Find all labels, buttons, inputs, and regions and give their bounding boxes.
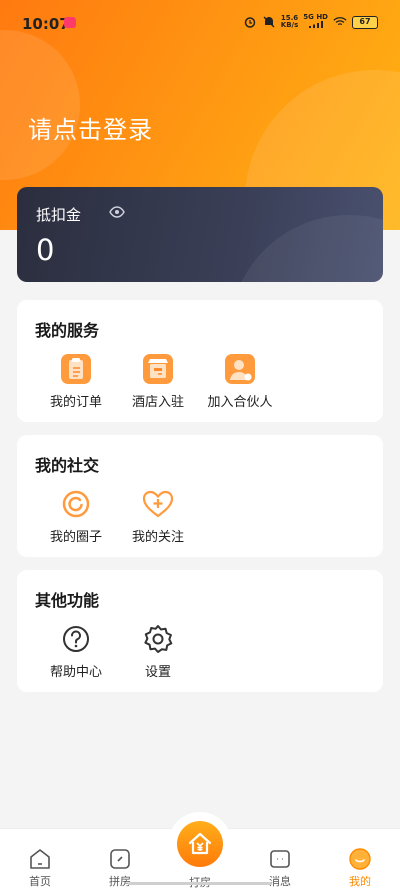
item-label: 我的订单: [49, 395, 102, 410]
center-tab-bubble: [168, 812, 232, 876]
signal-bars-icon: [308, 21, 323, 28]
center-tab-circle: [177, 821, 223, 867]
login-prompt[interactable]: 请点击登录: [28, 110, 153, 145]
share-room-icon: [110, 849, 130, 869]
mute-icon: [263, 16, 275, 28]
my-orders-item[interactable]: 我的订单: [34, 352, 118, 410]
book-room-icon: [188, 832, 212, 855]
message-icon: [270, 850, 290, 868]
help-icon: [63, 626, 89, 652]
tab-home[interactable]: 首页: [10, 847, 70, 889]
partner-user-icon: [225, 354, 255, 384]
net-speed: 15.6 KB/s: [280, 14, 299, 29]
join-partner-item[interactable]: 加入合伙人: [198, 352, 282, 410]
hotel-join-item[interactable]: 酒店入驻: [116, 352, 200, 410]
card-decoration: [229, 215, 383, 282]
status-indicators: 15.6 KB/s 5G HD 67: [243, 14, 378, 30]
gear-icon: [144, 625, 173, 653]
signal-indicator: 5G HD: [303, 14, 328, 30]
credit-label: 抵扣金: [36, 206, 82, 224]
credit-value: 0: [36, 233, 55, 267]
profile-smile-icon: [349, 848, 371, 870]
other-title: 其他功能: [35, 591, 100, 610]
item-label: 我的关注: [131, 530, 184, 545]
social-title: 我的社交: [35, 456, 100, 475]
tab-book-room[interactable]: 打房: [168, 812, 232, 889]
item-label: 设置: [144, 665, 171, 680]
status-time: 10:07: [22, 15, 70, 33]
services-card: 我的服务 我的订单 酒店入驻 加入合伙人: [17, 300, 383, 422]
services-title: 我的服务: [35, 321, 100, 340]
wifi-icon: [333, 17, 347, 26]
my-circle-item[interactable]: 我的圈子: [34, 487, 118, 545]
alarm-icon: [244, 17, 256, 28]
tab-mine[interactable]: 我的: [330, 847, 390, 889]
battery-indicator: 67: [352, 15, 378, 29]
notification-app-icon: [64, 17, 76, 28]
item-label: 我的圈子: [49, 530, 102, 545]
social-card: 我的社交 我的圈子 我的关注: [17, 435, 383, 557]
settings-item[interactable]: 设置: [116, 622, 200, 680]
status-bar: 10:07 15.6 KB/s 5G HD 67: [0, 0, 400, 48]
home-icon: [30, 849, 50, 869]
circle-icon: [62, 490, 90, 518]
item-label: 帮助中心: [49, 665, 102, 680]
header-decoration: [0, 30, 80, 180]
hotel-store-icon: [143, 354, 173, 384]
order-clipboard-icon: [61, 354, 91, 384]
eye-icon[interactable]: [109, 206, 125, 218]
help-center-item[interactable]: 帮助中心: [34, 622, 118, 680]
item-label: 加入合伙人: [207, 395, 273, 410]
item-label: 酒店入驻: [131, 395, 184, 410]
other-features-card: 其他功能 帮助中心 设置: [17, 570, 383, 692]
credit-card[interactable]: 抵扣金 0: [17, 187, 383, 282]
my-follow-item[interactable]: 我的关注: [116, 487, 200, 545]
heart-plus-icon: [142, 490, 174, 518]
home-indicator[interactable]: [128, 882, 272, 885]
